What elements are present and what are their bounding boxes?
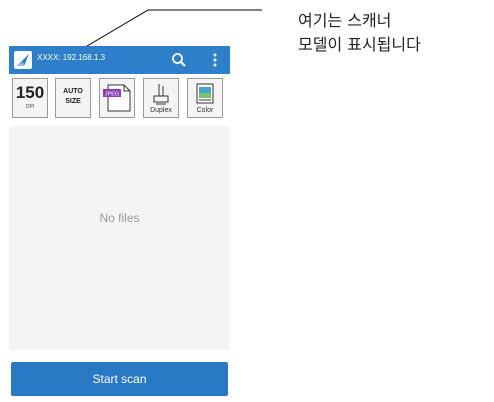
resolution-button[interactable]: 150 DPI	[12, 78, 48, 118]
overflow-menu-icon[interactable]	[207, 51, 223, 69]
paper-size-label: AUTO SIZE	[63, 88, 83, 105]
paper-size-button[interactable]: AUTO SIZE	[55, 78, 91, 118]
file-format-button[interactable]: JPEG	[99, 78, 135, 118]
callout-annotation: 여기는 스캐너 모델이 표시됩니다	[298, 9, 421, 57]
file-list-area: No files	[9, 126, 230, 350]
color-label: Color	[196, 107, 214, 114]
empty-state-message: No files	[99, 211, 140, 225]
search-icon[interactable]	[170, 51, 188, 69]
color-mode-button[interactable]: Color	[187, 78, 223, 118]
start-scan-button[interactable]: Start scan	[11, 362, 228, 396]
duplex-icon	[153, 84, 169, 105]
annotation-line-2: 모델이 표시됩니다	[298, 35, 421, 54]
scan-settings-toolbar: 150 DPI AUTO SIZE JPEG Duplex Color	[9, 74, 230, 126]
jpeg-file-icon: JPEG	[103, 84, 131, 112]
duplex-label: Duplex	[150, 107, 172, 114]
duplex-button[interactable]: Duplex	[143, 78, 179, 118]
scanner-model-label: XXXX: 192.168.1.3	[37, 53, 106, 62]
scanner-app-icon	[14, 51, 32, 69]
resolution-unit: DPI	[25, 104, 35, 110]
jpeg-badge: JPEG	[105, 92, 119, 98]
resolution-value: 150	[15, 83, 45, 102]
app-bar: XXXX: 192.168.1.3	[9, 46, 230, 74]
phone-screen: XXXX: 192.168.1.3 150 DPI AUTO SIZE JPEG…	[9, 46, 230, 396]
color-mode-icon	[196, 83, 214, 104]
annotation-line-1: 여기는 스캐너	[298, 11, 392, 30]
